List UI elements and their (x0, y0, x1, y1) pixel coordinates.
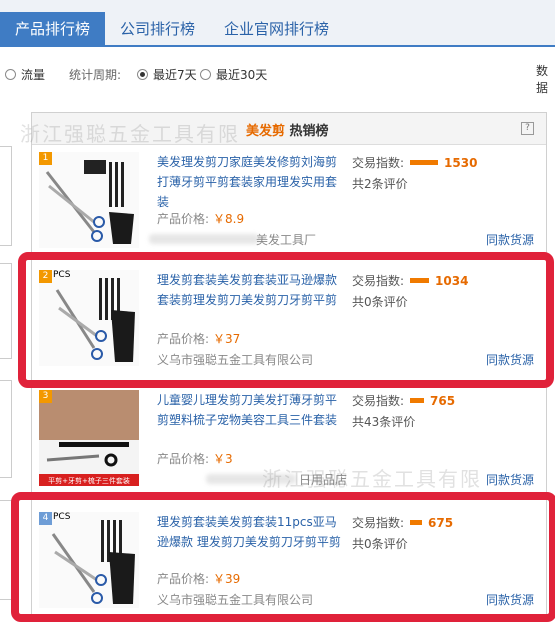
trade-value: 765 (430, 394, 456, 408)
same-source-link[interactable]: 同款货源 (486, 471, 534, 488)
trade-label: 交易指数: (352, 274, 405, 288)
product-title-link[interactable]: 理发剪套装美发剪套装11pcs亚马逊爆款 理发剪刀美发剪刀牙剪平剪 (157, 512, 343, 552)
period-30-radio-icon[interactable] (200, 69, 211, 80)
price-row: 产品价格: ￥37 (157, 330, 240, 347)
trade-bar (410, 160, 439, 165)
trade-index: 交易指数: 765 (352, 392, 455, 409)
panel-header: 美发剪 热销榜 ? (32, 113, 546, 145)
list-item[interactable]: 1 美发理发剪刀家庭美发修剪刘海剪打薄牙剪平剪套装家用理发实用套装 产品价格: ￥… (31, 146, 547, 256)
tab-enterprise-site-ranking[interactable]: 企业官网排行榜 (212, 12, 341, 47)
trade-label: 交易指数: (352, 156, 405, 170)
price-value: ￥39 (213, 572, 241, 586)
reviews-count[interactable]: 共43条评价 (352, 413, 415, 430)
trade-value: 1034 (435, 274, 469, 288)
list-item[interactable]: 4 PCS 理发剪套装美发剪套装11pcs亚马逊爆款 理发剪刀美发剪刀牙剪平剪 … (31, 506, 547, 616)
period-7-days[interactable]: 最近7天 (137, 66, 197, 83)
product-image[interactable]: 4 PCS (39, 512, 139, 608)
rank-badge: 2 (39, 270, 52, 283)
same-source-link[interactable]: 同款货源 (486, 351, 534, 368)
price-value: ￥37 (213, 332, 241, 346)
trade-label: 交易指数: (352, 516, 405, 530)
traffic-option[interactable]: 流量 (5, 66, 45, 83)
left-column-edge (0, 108, 14, 608)
trade-bar (410, 278, 430, 283)
filter-bar: 流量 统计周期: 最近7天 最近30天 (0, 62, 555, 86)
list-item[interactable]: 2 PCS 理发剪套装美发剪套装亚马逊爆款套装剪理发剪刀美发剪刀牙剪平剪 产品价… (31, 264, 547, 374)
pcs-label: PCS (53, 270, 71, 280)
product-title-link[interactable]: 理发剪套装美发剪套装亚马逊爆款套装剪理发剪刀美发剪刀牙剪平剪 (157, 270, 343, 310)
price-row: 产品价格: ￥8.9 (157, 210, 244, 227)
trade-index: 交易指数: 675 (352, 514, 453, 531)
traffic-label: 流量 (21, 68, 46, 82)
tab-company-ranking[interactable]: 公司排行榜 (108, 12, 207, 47)
price-label: 产品价格: (157, 572, 210, 586)
tab-product-ranking[interactable]: 产品排行榜 (0, 12, 105, 47)
banner-text: 平剪+牙剪+梳子三件套装 (48, 476, 130, 485)
trade-index: 交易指数: 1530 (352, 154, 477, 171)
price-label: 产品价格: (157, 452, 210, 466)
price-value: ￥3 (213, 452, 233, 466)
trade-value: 1530 (444, 156, 478, 170)
traffic-radio-icon[interactable] (5, 69, 16, 80)
reviews-count[interactable]: 共2条评价 (352, 175, 408, 192)
scissors-kit-icon (55, 278, 135, 362)
reviews-count[interactable]: 共0条评价 (352, 293, 408, 310)
rank-badge: 3 (39, 390, 52, 403)
period-7-radio-icon[interactable] (137, 69, 148, 80)
company-name[interactable]: 义乌市强聪五金工具有限公司 (157, 591, 313, 608)
reviews-count[interactable]: 共0条评价 (352, 535, 408, 552)
product-title-link[interactable]: 美发理发剪刀家庭美发修剪刘海剪打薄牙剪平剪套装家用理发实用套装 (157, 152, 343, 212)
period-30-days[interactable]: 最近30天 (200, 66, 267, 83)
period-label: 统计周期: (69, 68, 122, 82)
period-30-label: 最近30天 (216, 68, 268, 82)
help-icon[interactable]: ? (521, 122, 534, 135)
same-source-link[interactable]: 同款货源 (486, 591, 534, 608)
pcs-label: PCS (53, 512, 71, 522)
rank-badge: 4 (39, 512, 52, 525)
product-image[interactable]: 1 (39, 152, 139, 248)
list-item[interactable]: 3 平剪+牙剪+梳子三件套装 儿童婴儿理发剪刀美发打薄牙剪平剪塑料梳子宠物美容工… (31, 384, 547, 494)
ranking-tabs: 产品排行榜 公司排行榜 企业官网排行榜 (0, 0, 555, 47)
price-label: 产品价格: (157, 212, 210, 226)
price-value: ￥8.9 (213, 212, 245, 226)
company-name[interactable]: 美发工具厂 (256, 231, 316, 248)
rank-badge: 1 (39, 152, 52, 165)
period-7-label: 最近7天 (153, 68, 197, 82)
trade-label: 交易指数: (352, 394, 405, 408)
price-row: 产品价格: ￥3 (157, 450, 233, 467)
scissors-kit-icon (45, 160, 134, 244)
same-source-link[interactable]: 同款货源 (486, 231, 534, 248)
company-name[interactable]: 日用品店 (299, 471, 347, 488)
product-title-link[interactable]: 儿童婴儿理发剪刀美发打薄牙剪平剪塑料梳子宠物美容工具三件套装 (157, 390, 343, 430)
trade-bar (410, 520, 423, 525)
scissors-kit-icon: 平剪+牙剪+梳子三件套装 (39, 390, 139, 486)
product-image[interactable]: 2 PCS (39, 270, 139, 366)
trade-bar (410, 398, 425, 403)
price-label: 产品价格: (157, 332, 210, 346)
product-image[interactable]: 3 平剪+牙剪+梳子三件套装 (39, 390, 139, 486)
scissors-kit-icon (51, 520, 135, 604)
panel-title-rest: 热销榜 (289, 124, 329, 139)
data-label-cut: 数据 (536, 64, 549, 95)
trade-index: 交易指数: 1034 (352, 272, 468, 289)
company-name[interactable]: 义乌市强聪五金工具有限公司 (157, 351, 313, 368)
price-row: 产品价格: ￥39 (157, 570, 240, 587)
trade-value: 675 (428, 516, 454, 530)
panel-title-keyword: 美发剪 (246, 124, 286, 139)
panel-title: 美发剪 热销榜 (246, 120, 329, 139)
